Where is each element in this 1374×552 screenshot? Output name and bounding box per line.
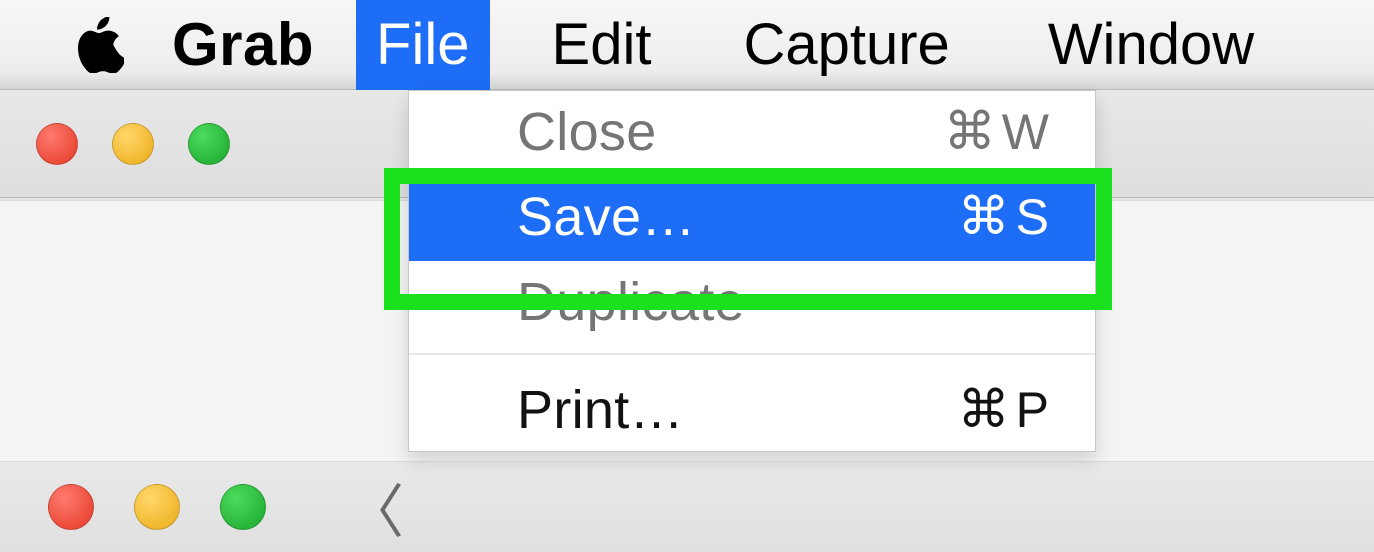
window-close-button-2[interactable]: [48, 484, 94, 530]
menu-item-edit[interactable]: Edit: [532, 0, 672, 90]
menu-item-shortcut: ⌘S: [958, 187, 1049, 247]
window-titlebar-2: 〈: [0, 462, 1374, 552]
menu-item-label: Close: [517, 101, 657, 163]
menu-item-shortcut: ⌘P: [958, 380, 1049, 440]
menu-separator: [409, 353, 1095, 355]
cmd-symbol-icon: ⌘: [958, 380, 1010, 440]
menu-item-print[interactable]: Print… ⌘P: [409, 369, 1095, 451]
cmd-symbol-icon: ⌘: [958, 187, 1010, 247]
cmd-symbol-icon: ⌘: [944, 102, 996, 162]
window-zoom-button[interactable]: [188, 123, 230, 165]
menu-item-file[interactable]: File: [356, 0, 489, 90]
traffic-lights-1: [36, 123, 230, 165]
menu-item-label: Duplicate: [517, 271, 745, 333]
window-close-button[interactable]: [36, 123, 78, 165]
window-minimize-button-2[interactable]: [134, 484, 180, 530]
menu-item-window[interactable]: Window: [1028, 0, 1274, 90]
menu-item-save[interactable]: Save… ⌘S: [409, 173, 1095, 261]
menu-app-name[interactable]: Grab: [172, 10, 314, 79]
menu-item-duplicate[interactable]: Duplicate: [409, 261, 1095, 343]
traffic-lights-2: [48, 484, 266, 530]
file-dropdown-menu: Close ⌘W Save… ⌘S Duplicate Print… ⌘P: [408, 90, 1096, 452]
menu-bar: Grab File Edit Capture Window: [0, 0, 1374, 90]
apple-logo-icon[interactable]: [78, 17, 124, 73]
menu-item-capture[interactable]: Capture: [723, 0, 969, 90]
window-zoom-button-2[interactable]: [220, 484, 266, 530]
back-chevron-icon[interactable]: 〈: [346, 465, 404, 549]
menu-item-label: Save…: [517, 186, 696, 248]
menu-item-label: Print…: [517, 379, 684, 441]
window-minimize-button[interactable]: [112, 123, 154, 165]
menu-item-close[interactable]: Close ⌘W: [409, 91, 1095, 173]
menu-item-shortcut: ⌘W: [944, 102, 1049, 162]
